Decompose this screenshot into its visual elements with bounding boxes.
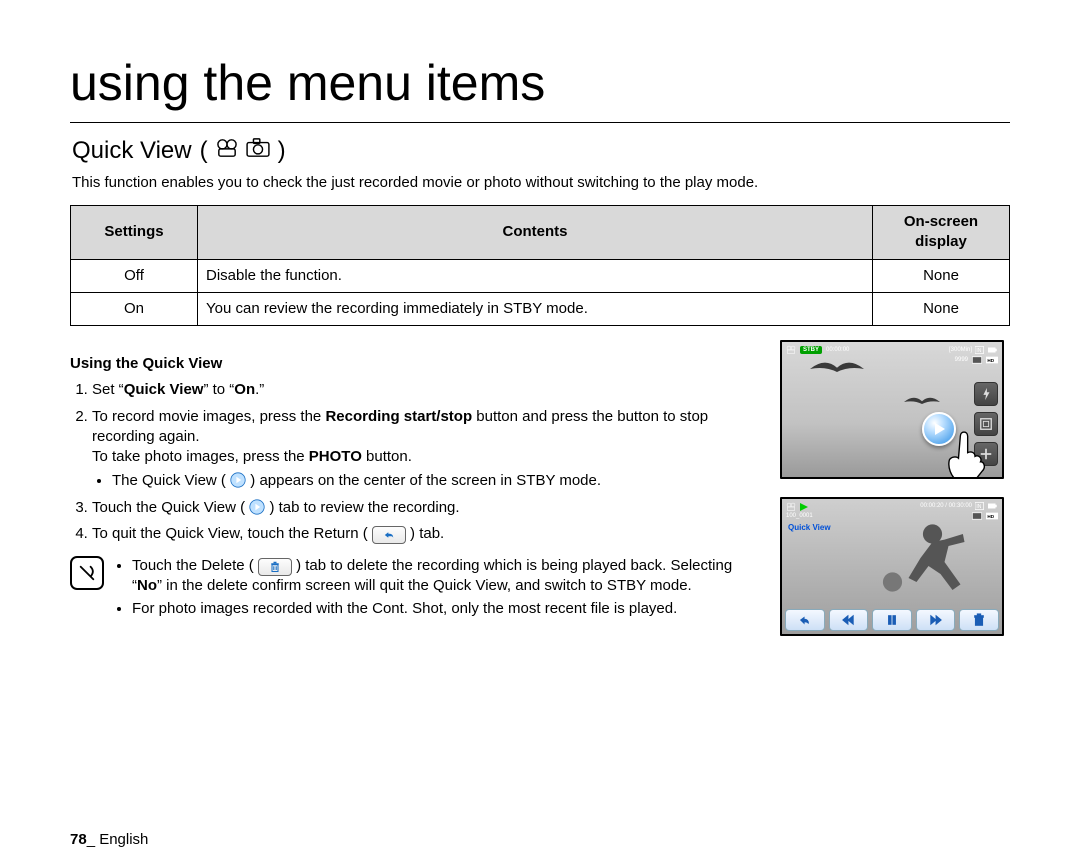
cell-content: Disable the function. — [198, 259, 873, 292]
cell-setting: Off — [71, 259, 198, 292]
svg-text:HD: HD — [987, 358, 994, 363]
th-osd: On-screen display — [873, 206, 1010, 260]
step-1: Set “Quick View” to “On.” — [92, 380, 762, 400]
bird-graphic — [802, 357, 872, 381]
bird-graphic — [902, 390, 942, 414]
open-paren: ( — [200, 135, 208, 167]
stby-indicator: STBY — [800, 346, 822, 354]
step-2: To record movie images, press the Record… — [92, 407, 762, 492]
note-list: Touch the Delete ( ) tab to delete the r… — [114, 554, 762, 621]
storage-icon: IN — [975, 502, 985, 510]
step-3: Touch the Quick View ( ) tab to review t… — [92, 498, 762, 518]
cell-osd: None — [873, 259, 1010, 292]
note-icon — [70, 556, 104, 590]
page-number: 78 — [70, 831, 87, 848]
quickview-label: Quick View — [788, 523, 831, 534]
svg-text:IN: IN — [976, 348, 981, 354]
th-contents: Contents — [198, 206, 873, 260]
close-paren: ) — [278, 135, 286, 167]
pause-button — [872, 609, 912, 631]
player-figure — [872, 514, 977, 594]
svg-text:IN: IN — [976, 504, 981, 510]
battery-icon — [988, 502, 998, 510]
file-number: 100_0001 — [786, 512, 813, 520]
resolution-icon — [972, 356, 982, 364]
page-footer: 78_ English — [70, 830, 148, 850]
rec-time: 00:00:00 — [826, 346, 849, 354]
note-1: Touch the Delete ( ) tab to delete the r… — [132, 556, 762, 597]
step-4: To quit the Quick View, touch the Return… — [92, 524, 762, 544]
storage-icon: IN — [975, 346, 985, 354]
note-2: For photo images recorded with the Cont.… — [132, 599, 762, 619]
quickview-play-icon — [230, 472, 246, 488]
using-heading: Using the Quick View — [70, 354, 762, 374]
delete-button — [959, 609, 999, 631]
flash-tool — [974, 382, 998, 406]
movie-mode-icon — [216, 135, 238, 167]
return-button — [785, 609, 825, 631]
table-row: Off Disable the function. None — [71, 259, 1010, 292]
section-title: Quick View — [72, 135, 192, 167]
hd-icon: HD — [986, 512, 998, 520]
remain-time: [300Min] — [949, 346, 972, 354]
photo-count: 9999 — [955, 356, 968, 364]
manual-page: using the menu items Quick View ( ) This… — [0, 0, 1080, 866]
hd-icon: HD — [986, 356, 998, 364]
delete-icon — [258, 558, 292, 576]
screenshot-playback: 00:00:20 / 00:30:00 IN 100_0001 HD Quick… — [780, 497, 1004, 636]
page-language: English — [99, 831, 148, 848]
table-row: On You can review the recording immediat… — [71, 292, 1010, 325]
mode-icon — [786, 502, 796, 512]
resolution-icon — [972, 512, 982, 520]
svg-text:HD: HD — [987, 514, 994, 519]
section-title-row: Quick View ( ) — [72, 135, 1010, 167]
screenshot-stby: STBY 00:00:00 [300Min] IN 9999 HD — [780, 340, 1004, 479]
step-2-bullet: The Quick View ( ) appears on the center… — [112, 471, 762, 491]
mode-icon — [786, 345, 796, 355]
section-description: This function enables you to check the j… — [72, 173, 1010, 193]
forward-button — [916, 609, 956, 631]
options-table: Settings Contents On-screen display Off … — [70, 205, 1010, 326]
steps-list: Set “Quick View” to “On.” To record movi… — [70, 380, 762, 544]
battery-icon — [988, 346, 998, 354]
th-settings: Settings — [71, 206, 198, 260]
cell-setting: On — [71, 292, 198, 325]
playback-toolbar — [785, 609, 999, 631]
return-icon — [372, 526, 406, 544]
photo-mode-icon — [246, 135, 270, 167]
instructions-column: Using the Quick View Set “Quick View” to… — [70, 340, 762, 654]
play-indicator-icon — [800, 503, 808, 511]
touch-hand-icon — [942, 427, 997, 479]
playback-time: 00:00:20 / 00:30:00 — [920, 502, 972, 512]
cell-osd: None — [873, 292, 1010, 325]
chapter-title: using the menu items — [70, 50, 1010, 123]
screenshots-column: STBY 00:00:00 [300Min] IN 9999 HD — [780, 340, 1010, 654]
note-block: Touch the Delete ( ) tab to delete the r… — [70, 554, 762, 621]
rewind-button — [829, 609, 869, 631]
quickview-play-icon — [249, 499, 265, 515]
cell-content: You can review the recording immediately… — [198, 292, 873, 325]
